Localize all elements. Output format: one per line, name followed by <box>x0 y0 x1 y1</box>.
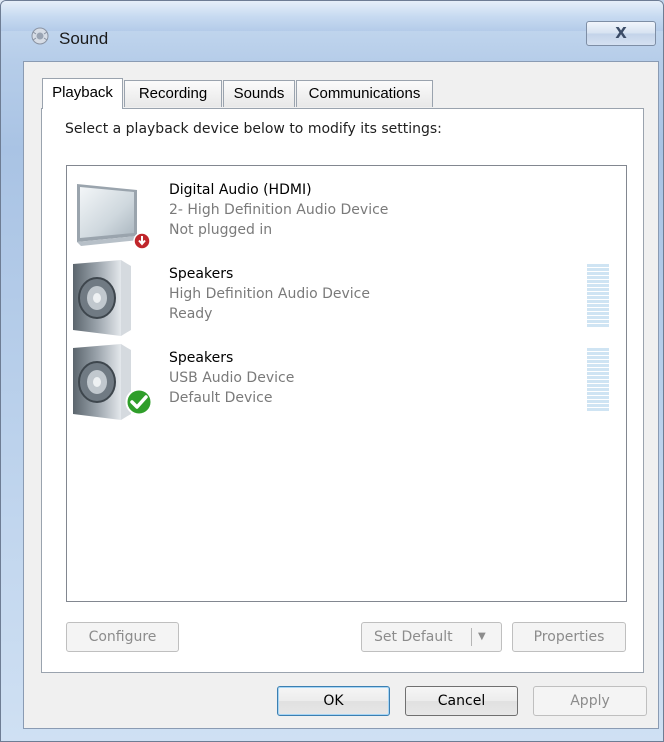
sound-dialog: Sound X Playback Recording Sounds Commun… <box>0 0 664 742</box>
device-name: Digital Audio (HDMI) <box>169 182 312 198</box>
window-title: Sound <box>59 29 109 48</box>
set-default-label: Set Default <box>374 629 453 645</box>
device-list[interactable]: Digital Audio (HDMI) 2- High Definition … <box>66 165 627 602</box>
playback-tab-panel: Select a playback device below to modify… <box>41 108 644 673</box>
chevron-down-icon[interactable]: ▼ <box>478 626 494 648</box>
sound-app-icon <box>31 27 49 45</box>
tab-recording[interactable]: Recording <box>124 80 222 107</box>
tab-playback[interactable]: Playback <box>42 78 123 109</box>
device-item-speakers-usb[interactable]: Speakers USB Audio Device Default Device <box>67 338 626 422</box>
apply-button[interactable]: Apply <box>533 686 647 716</box>
tab-sounds[interactable]: Sounds <box>223 80 295 107</box>
device-description: 2- High Definition Audio Device <box>169 202 389 218</box>
device-item-speakers-hd[interactable]: Speakers High Definition Audio Device Re… <box>67 254 626 338</box>
unplugged-badge-icon <box>133 232 151 250</box>
device-status: Default Device <box>169 390 273 406</box>
set-default-split-button[interactable]: Set Default ▼ <box>361 622 502 652</box>
volume-level-meter <box>587 264 609 328</box>
device-name: Speakers <box>169 266 234 282</box>
tab-communications[interactable]: Communications <box>296 80 433 107</box>
close-button[interactable]: X <box>586 21 656 46</box>
properties-button[interactable]: Properties <box>512 622 626 652</box>
device-description: USB Audio Device <box>169 370 295 386</box>
default-checkmark-icon <box>125 388 153 416</box>
close-icon: X <box>615 24 627 42</box>
title-bar[interactable] <box>1 1 663 31</box>
device-status: Not plugged in <box>169 222 273 238</box>
device-status: Ready <box>169 306 213 322</box>
volume-level-meter <box>587 348 609 412</box>
dialog-client-area: Playback Recording Sounds Communications… <box>23 61 659 729</box>
split-divider <box>471 628 472 646</box>
cancel-button[interactable]: Cancel <box>405 686 518 716</box>
device-item-hdmi[interactable]: Digital Audio (HDMI) 2- High Definition … <box>67 170 626 254</box>
device-name: Speakers <box>169 350 234 366</box>
ok-button[interactable]: OK <box>277 686 390 716</box>
instruction-text: Select a playback device below to modify… <box>65 121 442 137</box>
configure-button[interactable]: Configure <box>66 622 179 652</box>
speaker-icon <box>73 260 131 336</box>
device-description: High Definition Audio Device <box>169 286 370 302</box>
